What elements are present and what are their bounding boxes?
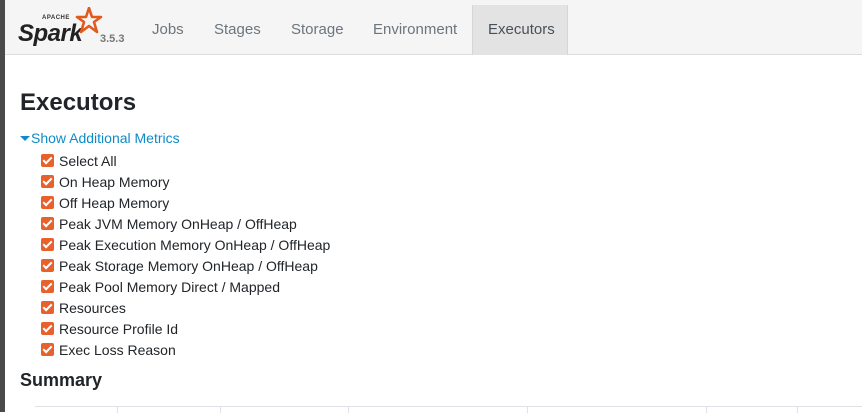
- metric-item-exec-loss-reason: Exec Loss Reason: [41, 339, 330, 360]
- spark-star-icon: [75, 7, 103, 34]
- metric-label: Resource Profile Id: [59, 320, 179, 337]
- summary-title: Summary: [20, 370, 103, 390]
- off-heap-memory-checkbox[interactable]: [41, 196, 54, 209]
- peak-storage-memory-checkbox[interactable]: [41, 259, 54, 272]
- resource-profile-id-checkbox[interactable]: [41, 322, 54, 335]
- tab-storage[interactable]: Storage: [276, 5, 359, 55]
- additional-metrics-list: Select All On Heap Memory Off Heap Memor…: [41, 150, 330, 360]
- metric-label: Peak Storage Memory OnHeap / OffHeap: [59, 257, 318, 274]
- metric-item-on-heap-memory: On Heap Memory: [41, 171, 330, 192]
- toggle-label: Show Additional Metrics: [31, 130, 180, 146]
- metric-item-peak-jvm-memory: Peak JVM Memory OnHeap / OffHeap: [41, 213, 330, 234]
- table-column-divider: [348, 407, 349, 413]
- brand-name: Spark: [18, 20, 83, 47]
- tab-executors[interactable]: Executors: [472, 5, 568, 55]
- metric-item-select-all: Select All: [41, 150, 330, 171]
- table-column-divider: [117, 407, 118, 413]
- tab-jobs[interactable]: Jobs: [137, 5, 199, 55]
- resources-checkbox[interactable]: [41, 301, 54, 314]
- metric-label: Peak JVM Memory OnHeap / OffHeap: [59, 215, 297, 232]
- metric-item-peak-storage-memory: Peak Storage Memory OnHeap / OffHeap: [41, 255, 330, 276]
- metric-label: On Heap Memory: [59, 173, 170, 190]
- metric-label: Select All: [59, 152, 117, 169]
- exec-loss-reason-checkbox[interactable]: [41, 343, 54, 356]
- page-title: Executors: [20, 89, 137, 116]
- metric-item-off-heap-memory: Off Heap Memory: [41, 192, 330, 213]
- metric-item-peak-pool-memory: Peak Pool Memory Direct / Mapped: [41, 276, 330, 297]
- table-column-divider: [220, 407, 221, 413]
- on-heap-memory-checkbox[interactable]: [41, 175, 54, 188]
- table-column-divider: [797, 407, 798, 413]
- metric-label: Off Heap Memory: [59, 194, 170, 211]
- peak-execution-memory-checkbox[interactable]: [41, 238, 54, 251]
- spark-logo[interactable]: APACHE Spark 3.5.3: [18, 6, 153, 50]
- version-label: 3.5.3: [100, 33, 125, 45]
- metric-label: Resources: [59, 299, 126, 316]
- select-all-checkbox[interactable]: [41, 154, 54, 167]
- metric-item-resources: Resources: [41, 297, 330, 318]
- peak-pool-memory-checkbox[interactable]: [41, 280, 54, 293]
- metric-label: Peak Execution Memory OnHeap / OffHeap: [59, 236, 331, 253]
- metric-item-resource-profile-id: Resource Profile Id: [41, 318, 330, 339]
- tab-stages[interactable]: Stages: [199, 5, 276, 55]
- summary-table-header-edge: [35, 406, 862, 413]
- tab-environment[interactable]: Environment: [358, 5, 472, 55]
- metric-label: Exec Loss Reason: [59, 341, 176, 358]
- table-column-divider: [706, 407, 707, 413]
- metric-item-peak-execution-memory: Peak Execution Memory OnHeap / OffHeap: [41, 234, 330, 255]
- show-additional-metrics-toggle[interactable]: Show Additional Metrics: [20, 129, 180, 147]
- table-column-divider: [527, 407, 528, 413]
- window-edge: [0, 0, 5, 412]
- metric-label: Peak Pool Memory Direct / Mapped: [59, 278, 280, 295]
- peak-jvm-memory-checkbox[interactable]: [41, 217, 54, 230]
- caret-down-icon: [20, 135, 30, 141]
